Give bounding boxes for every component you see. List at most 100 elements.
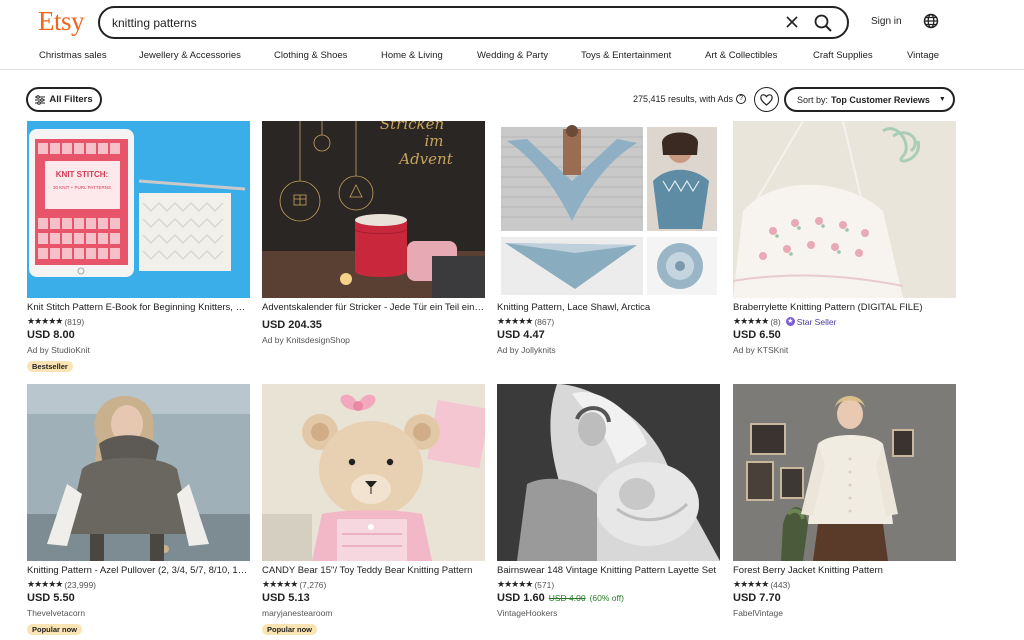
listing-price-row: USD 5.50	[27, 592, 250, 606]
listing-rating: ★★★★★ (867)	[497, 316, 720, 327]
search-input[interactable]	[112, 14, 752, 32]
category-jewellery[interactable]: Jewellery & Accessories	[139, 50, 241, 61]
star-rating: ★★★★★	[497, 316, 533, 326]
listing-image[interactable]	[733, 384, 956, 561]
original-price: USD 4.00	[548, 593, 586, 603]
listing-price-row: USD 7.70	[733, 592, 956, 606]
listing-price-row: USD 8.00	[27, 329, 250, 343]
category-clothing[interactable]: Clothing & Shoes	[274, 50, 347, 61]
listing-card[interactable]: Knitting Pattern, Lace Shawl, Arctica ★★…	[497, 121, 720, 356]
star-rating: ★★★★★	[27, 316, 63, 326]
listing-card[interactable]: Forest Berry Jacket Knitting Pattern ★★★…	[733, 384, 956, 619]
shop-name[interactable]: maryjanestearoom	[262, 608, 485, 619]
listing-title[interactable]: CANDY Bear 15"/ Toy Teddy Bear Knitting …	[262, 565, 485, 577]
review-count: (819)	[64, 316, 85, 327]
shop-name[interactable]: FabelVintage	[733, 608, 956, 619]
sort-dropdown[interactable]: Sort by: Top Customer Reviews ▼	[784, 87, 955, 112]
listing-card[interactable]: Stricken im Advent Adventskalender für S…	[262, 121, 485, 346]
listing-price-row: USD 204.35	[262, 319, 485, 333]
sign-in-link[interactable]: Sign in	[871, 16, 902, 27]
shop-name[interactable]: Ad by KTSKnit	[733, 345, 956, 356]
book-title: KNIT STITCH:	[56, 170, 108, 179]
category-home-living[interactable]: Home & Living	[381, 50, 443, 61]
all-filters-button[interactable]: All Filters	[26, 87, 102, 112]
filter-icon	[35, 94, 46, 105]
category-christmas-sales[interactable]: Christmas sales	[39, 50, 107, 61]
listing-image[interactable]	[27, 384, 250, 561]
review-count: (8)	[770, 316, 781, 327]
listing-price: USD 5.50	[27, 592, 75, 604]
listing-image[interactable]	[497, 121, 720, 298]
sort-prefix: Sort by:	[797, 94, 829, 105]
star-seller-label: Star Seller	[796, 316, 837, 327]
review-count: (443)	[770, 579, 791, 590]
listing-price-row: USD 6.50	[733, 329, 956, 343]
clear-search-button[interactable]	[782, 14, 802, 32]
listing-rating: ★★★★★ (443)	[733, 579, 956, 590]
star-rating: ★★★★★	[733, 316, 769, 326]
listing-rating: ★★★★★ (571)	[497, 579, 720, 590]
listing-title[interactable]: Bairnswear 148 Vintage Knitting Pattern …	[497, 565, 720, 577]
all-filters-label: All Filters	[49, 94, 93, 105]
listing-image[interactable]: KNIT STITCH: 30 KNIT + PURL PATTERNS	[27, 121, 250, 298]
results-count: 275,415 results, with Ads ?	[633, 94, 747, 104]
listing-image[interactable]	[497, 384, 720, 561]
star-rating: ★★★★★	[497, 579, 533, 589]
book-subtitle: 30 KNIT + PURL PATTERNS	[53, 185, 111, 190]
star-seller-badge: ★ Star Seller	[785, 316, 837, 327]
favorite-search-button[interactable]	[754, 87, 779, 112]
category-wedding-party[interactable]: Wedding & Party	[477, 50, 548, 61]
sort-value: Top Customer Reviews	[831, 94, 930, 105]
shop-name[interactable]: Thevelvetacorn	[27, 608, 250, 619]
listing-title[interactable]: Forest Berry Jacket Knitting Pattern	[733, 565, 956, 577]
results-text: 275,415 results, with Ads	[633, 94, 734, 104]
listing-title[interactable]: Knitting Pattern, Lace Shawl, Arctica	[497, 302, 720, 314]
listing-rating: ★★★★★ (23,999)	[27, 579, 250, 590]
category-craft-supplies[interactable]: Craft Supplies	[813, 50, 873, 61]
listing-image[interactable]	[733, 121, 956, 298]
etsy-logo[interactable]: Etsy	[38, 6, 85, 37]
caret-down-icon: ▼	[938, 96, 946, 103]
listing-title[interactable]: Knit Stitch Pattern E-Book for Beginning…	[27, 302, 250, 314]
category-art[interactable]: Art & Collectibles	[705, 50, 777, 61]
listing-image[interactable]: Stricken im Advent	[262, 121, 485, 298]
listing-card[interactable]: KNIT STITCH: 30 KNIT + PURL PATTERNS Kni…	[27, 121, 250, 374]
listing-title[interactable]: Braberrylette Knitting Pattern (DIGITAL …	[733, 302, 956, 314]
listing-image[interactable]	[262, 384, 485, 561]
globe-icon	[923, 13, 939, 29]
category-vintage[interactable]: Vintage	[907, 50, 939, 61]
listing-price-row: USD 5.13	[262, 592, 485, 606]
listing-title[interactable]: Adventskalender für Stricker - Jede Tür …	[262, 302, 485, 314]
listing-card[interactable]: Knitting Pattern - Azel Pullover (2, 3/4…	[27, 384, 250, 637]
heart-icon	[760, 93, 773, 106]
listing-price: USD 8.00	[27, 329, 75, 341]
listing-price-row: USD 4.47	[497, 329, 720, 343]
listing-price-row: USD 1.60 USD 4.00 (60% off)	[497, 592, 720, 606]
review-count: (571)	[534, 579, 555, 590]
listing-card[interactable]: Braberrylette Knitting Pattern (DIGITAL …	[733, 121, 956, 356]
listing-rating: ★★★★★ (819)	[27, 316, 250, 327]
listing-title[interactable]: Knitting Pattern - Azel Pullover (2, 3/4…	[27, 565, 250, 577]
listing-card[interactable]: Bairnswear 148 Vintage Knitting Pattern …	[497, 384, 720, 619]
listing-card[interactable]: CANDY Bear 15"/ Toy Teddy Bear Knitting …	[262, 384, 485, 637]
listing-rating: ★★★★★ (8) ★ Star Seller	[733, 316, 956, 327]
listing-price: USD 204.35	[262, 319, 322, 331]
language-button[interactable]	[922, 12, 940, 30]
shop-name[interactable]: VintageHookers	[497, 608, 720, 619]
listing-price: USD 6.50	[733, 329, 781, 341]
close-icon	[786, 16, 798, 28]
shop-name[interactable]: Ad by Jollyknits	[497, 345, 720, 356]
shop-name[interactable]: Ad by KnitsdesignShop	[262, 335, 485, 346]
info-icon[interactable]: ?	[736, 94, 747, 104]
shop-name[interactable]: Ad by StudioKnit	[27, 345, 250, 356]
listing-price: USD 7.70	[733, 592, 781, 604]
bestseller-badge: Bestseller	[27, 361, 73, 372]
category-nav: Christmas sales Jewellery & Accessories …	[0, 50, 1024, 64]
listing-price: USD 5.13	[262, 592, 310, 604]
review-count: (867)	[534, 316, 555, 327]
category-toys[interactable]: Toys & Entertainment	[581, 50, 671, 61]
listing-rating: ★★★★★ (7,276)	[262, 579, 485, 590]
search-button[interactable]	[812, 12, 834, 34]
search-bar	[98, 6, 849, 39]
advent-text-3: Advent	[397, 150, 453, 168]
